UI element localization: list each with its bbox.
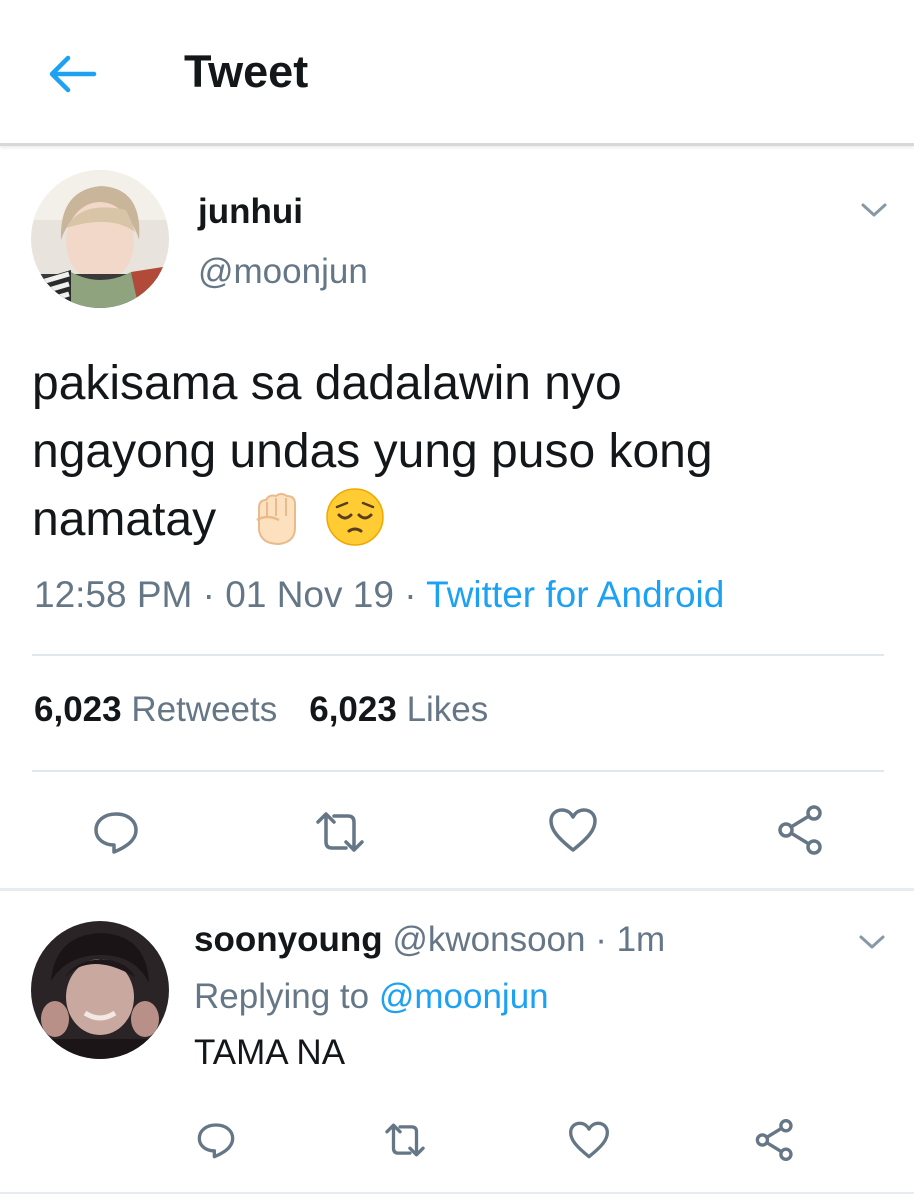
replying-to: Replying to @moonjun [194,977,549,1017]
reply-header: soonyoung @kwonsoon · 1m [194,920,665,960]
like-button[interactable] [548,806,598,859]
meta-separator: · [393,574,427,615]
reply-avatar-image [31,921,169,1059]
divider [32,770,884,772]
replying-to-prefix: Replying to [194,977,370,1016]
chevron-down-icon[interactable] [857,932,887,952]
like-icon [549,808,597,852]
tweet-source-link[interactable]: Twitter for Android [426,574,724,615]
likes-count: 6,023 [309,690,397,729]
share-icon [755,1119,793,1161]
retweets-label: Retweets [131,690,278,729]
display-name[interactable]: junhui [198,192,303,232]
engagement-stats: 6,023 Retweets 6,023 Likes [34,690,488,730]
likes-label: Likes [406,690,489,729]
reply-time: 1m [616,920,666,959]
retweet-button[interactable] [382,1120,428,1165]
reply-avatar[interactable] [31,921,169,1059]
divider [32,654,884,656]
tweet-text-last-line: namatay [32,493,217,546]
reply-display-name[interactable]: soonyoung [194,920,383,959]
retweet-icon [316,812,364,852]
header-bar: Tweet [0,0,914,146]
share-button[interactable] [776,804,826,861]
avatar-image [31,170,169,308]
arrow-left-icon [49,55,97,93]
tweet-text-line: ngayong undas yung puso kong [32,425,713,478]
share-button[interactable] [754,1118,796,1167]
page-title: Tweet [184,46,309,97]
tweet-date: 01 Nov 19 [225,574,394,615]
user-handle[interactable]: @moonjun [198,252,368,292]
reply-button[interactable] [196,1120,236,1165]
reply-icon [94,812,138,854]
reply-button[interactable] [92,808,140,861]
like-button[interactable] [568,1120,610,1165]
replying-to-handle[interactable]: @moonjun [379,977,549,1016]
reply-text: TAMA NA [194,1033,346,1072]
reply-icon [197,1123,235,1159]
reply-user-handle[interactable]: @kwonsoon [392,920,585,959]
meta-separator: · [192,574,226,615]
divider [0,1192,914,1194]
tweet-text-line: pakisama sa dadalawin nyo [32,357,622,410]
retweet-button[interactable] [312,808,368,861]
avatar[interactable] [31,170,169,308]
retweets-stat[interactable]: 6,023 Retweets [34,690,277,729]
like-icon [569,1121,609,1159]
raised-fist-emoji [256,493,297,546]
likes-stat[interactable]: 6,023 Likes [309,690,488,729]
meta-separator: · [585,920,617,959]
tweet-meta: 12:58 PM · 01 Nov 19 · Twitter for Andro… [34,574,724,616]
back-button[interactable] [46,52,98,96]
pensive-face-emoji [326,488,384,547]
retweet-icon [385,1123,425,1157]
retweets-count: 6,023 [34,690,122,729]
divider [0,888,914,891]
chevron-down-icon[interactable] [859,200,889,220]
share-icon [778,805,822,855]
tweet-text-line: namatay [32,488,385,548]
tweet-time: 12:58 PM [34,574,193,615]
